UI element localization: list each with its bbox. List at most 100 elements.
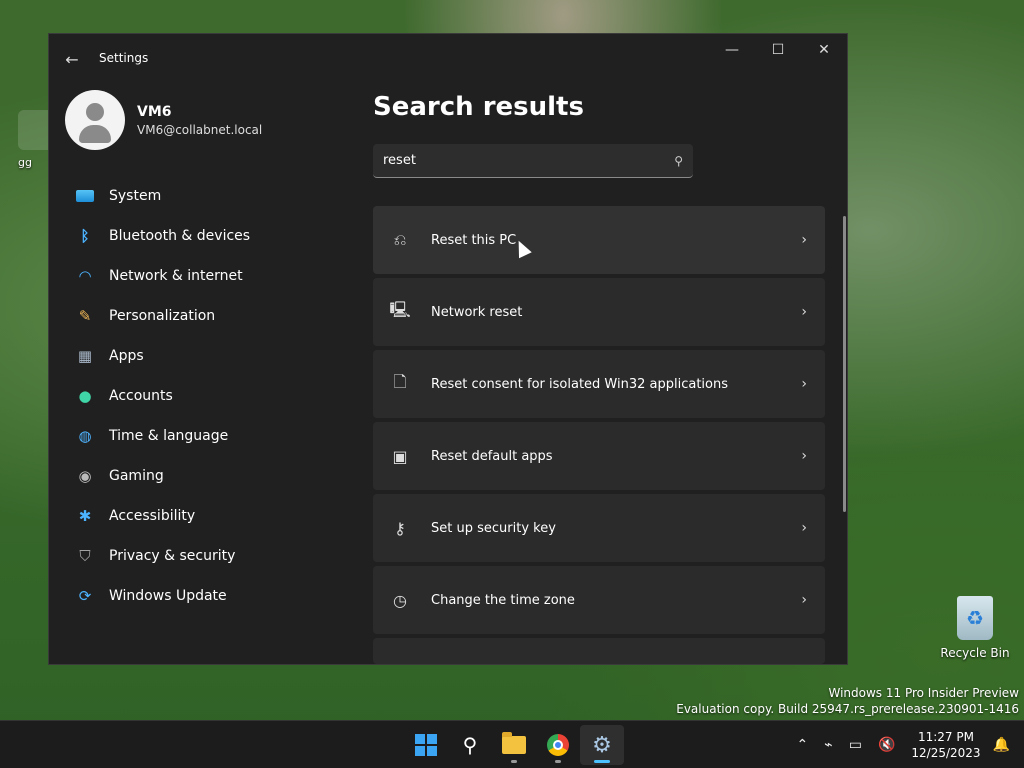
document-icon: 🗋 (393, 371, 407, 391)
settings-taskbar-button[interactable]: ⚙ (580, 725, 624, 765)
chevron-right-icon: › (801, 448, 807, 464)
sidebar-item-personalization[interactable]: ✎ Personalization (65, 296, 355, 336)
scrollbar[interactable] (843, 216, 846, 512)
chevron-up-icon[interactable]: ⌃ (797, 737, 809, 753)
window-controls: — ☐ ✕ (709, 34, 847, 66)
reset-pc-icon: ⎌ (393, 230, 407, 249)
search-input[interactable] (383, 153, 675, 168)
result-label: Change the time zone (431, 592, 575, 608)
minimize-button[interactable]: — (709, 34, 755, 66)
back-button[interactable]: ← (59, 46, 85, 72)
notification-bell-icon[interactable]: 🔔 (993, 737, 1010, 753)
page-title: Search results (373, 92, 584, 122)
sidebar-item-accounts[interactable]: ● Accounts (65, 376, 355, 416)
chrome-icon (547, 734, 569, 756)
result-change-time-zone[interactable]: ◷ Change the time zone › (373, 566, 825, 634)
sidebar-item-windows-update[interactable]: ⟳ Windows Update (65, 576, 355, 616)
start-button[interactable] (404, 725, 448, 765)
profile-email: VM6@collabnet.local (137, 122, 263, 137)
watermark-build: Evaluation copy. Build 25947.rs_prerelea… (676, 702, 1019, 716)
sidebar-item-accessibility[interactable]: ✱ Accessibility (65, 496, 355, 536)
chevron-right-icon: › (801, 304, 807, 320)
chevron-right-icon: › (801, 232, 807, 248)
display-icon[interactable]: ▭ (849, 737, 862, 753)
system-tray: ⌃ ⌁ ▭ 🔇 11:27 PM 12/25/2023 🔔 (797, 721, 1024, 768)
wifi-icon: ◠ (78, 267, 92, 285)
result-label: Reset consent for isolated Win32 applica… (431, 376, 729, 392)
sidebar-item-label: Privacy & security (109, 548, 236, 564)
result-label: Network reset (431, 304, 523, 320)
sidebar-item-system[interactable]: System (65, 176, 355, 216)
sidebar-item-apps[interactable]: ▦ Apps (65, 336, 355, 376)
result-reset-default-apps[interactable]: ▣ Reset default apps › (373, 422, 825, 490)
clock-date: 12/25/2023 (911, 746, 981, 760)
result-reset-consent[interactable]: 🗋 Reset consent for isolated Win32 appli… (373, 350, 825, 418)
taskbar: ⚲ ⚙ ⌃ ⌁ ▭ 🔇 11:27 PM 12/25/2023 🔔 (0, 720, 1024, 768)
start-icon (415, 734, 437, 756)
result-label: Set up security key (431, 520, 556, 536)
sidebar-item-label: Personalization (109, 308, 216, 324)
bluetooth-icon: ᛒ (80, 227, 90, 245)
profile-name: VM6 (137, 103, 172, 120)
chrome-button[interactable] (536, 725, 580, 765)
sidebar-item-label: Bluetooth & devices (109, 228, 251, 244)
taskbar-search-button[interactable]: ⚲ (448, 725, 492, 765)
shield-icon: ⛉ (79, 547, 91, 565)
user-profile[interactable]: VM6 VM6@collabnet.local (65, 90, 262, 150)
default-apps-icon: ▣ (392, 446, 408, 466)
volume-muted-icon[interactable]: 🔇 (878, 737, 895, 753)
sidebar-item-network[interactable]: ◠ Network & internet (65, 256, 355, 296)
sidebar-nav: System ᛒ Bluetooth & devices ◠ Network &… (65, 176, 355, 616)
search-results-list: ⎌ Reset this PC › 🖳 Network reset › 🗋 Re… (373, 206, 825, 664)
result-label: Reset this PC (431, 232, 517, 248)
close-button[interactable]: ✕ (801, 34, 847, 66)
key-icon: ⚷ (394, 518, 406, 538)
file-explorer-button[interactable] (492, 725, 536, 765)
sidebar-item-label: System (109, 188, 162, 204)
gamepad-icon: ◉ (78, 467, 92, 485)
recycle-bin[interactable]: Recycle Bin (940, 596, 1010, 660)
recycle-bin-icon (957, 596, 993, 640)
apps-icon: ▦ (77, 347, 93, 365)
maximize-button[interactable]: ☐ (755, 34, 801, 66)
result-network-reset[interactable]: 🖳 Network reset › (373, 278, 825, 346)
accessibility-icon: ✱ (78, 507, 92, 525)
sidebar-item-privacy-security[interactable]: ⛉ Privacy & security (65, 536, 355, 576)
chevron-right-icon: › (801, 376, 807, 392)
sidebar-item-bluetooth[interactable]: ᛒ Bluetooth & devices (65, 216, 355, 256)
result-partial[interactable] (373, 638, 825, 664)
sidebar-item-gaming[interactable]: ◉ Gaming (65, 456, 355, 496)
system-icon (75, 186, 95, 206)
sidebar-item-label: Apps (109, 348, 144, 364)
chevron-right-icon: › (801, 520, 807, 536)
result-security-key[interactable]: ⚷ Set up security key › (373, 494, 825, 562)
globe-clock-icon: ◍ (78, 427, 92, 445)
file-explorer-icon (502, 732, 526, 754)
sidebar-item-label: Accounts (109, 388, 173, 404)
sidebar-item-time-language[interactable]: ◍ Time & language (65, 416, 355, 456)
network-pc-icon: 🖳 (389, 299, 411, 319)
app-title: Settings (99, 51, 149, 65)
avatar (65, 90, 125, 150)
sidebar-item-label: Network & internet (109, 268, 243, 284)
update-icon: ⟳ (78, 587, 92, 605)
clock-time: 11:27 PM (917, 730, 974, 744)
title-bar[interactable]: ← Settings — ☐ ✕ (49, 34, 847, 82)
settings-window: ← Settings — ☐ ✕ VM6 VM6@collabnet.local… (48, 33, 848, 665)
search-icon[interactable]: ⚲ (674, 154, 683, 168)
sidebar-item-label: Windows Update (109, 588, 227, 604)
network-offline-icon[interactable]: ⌁ (824, 737, 832, 753)
search-box[interactable]: ⚲ (373, 144, 693, 178)
person-icon: ● (78, 387, 92, 405)
calendar-clock-icon: ◷ (393, 590, 407, 610)
clock[interactable]: 11:27 PM 12/25/2023 (911, 729, 980, 761)
search-icon: ⚲ (462, 733, 478, 757)
result-reset-this-pc[interactable]: ⎌ Reset this PC › (373, 206, 825, 274)
result-label: Reset default apps (431, 448, 553, 464)
windows-watermark: Windows 11 Pro Insider Preview Evaluatio… (676, 685, 1019, 717)
watermark-edition: Windows 11 Pro Insider Preview (828, 686, 1019, 700)
sidebar-item-label: Accessibility (109, 508, 196, 524)
settings-icon: ⚙ (592, 732, 612, 758)
taskbar-apps: ⚲ ⚙ (404, 725, 624, 765)
avatar-head-icon (86, 103, 104, 121)
